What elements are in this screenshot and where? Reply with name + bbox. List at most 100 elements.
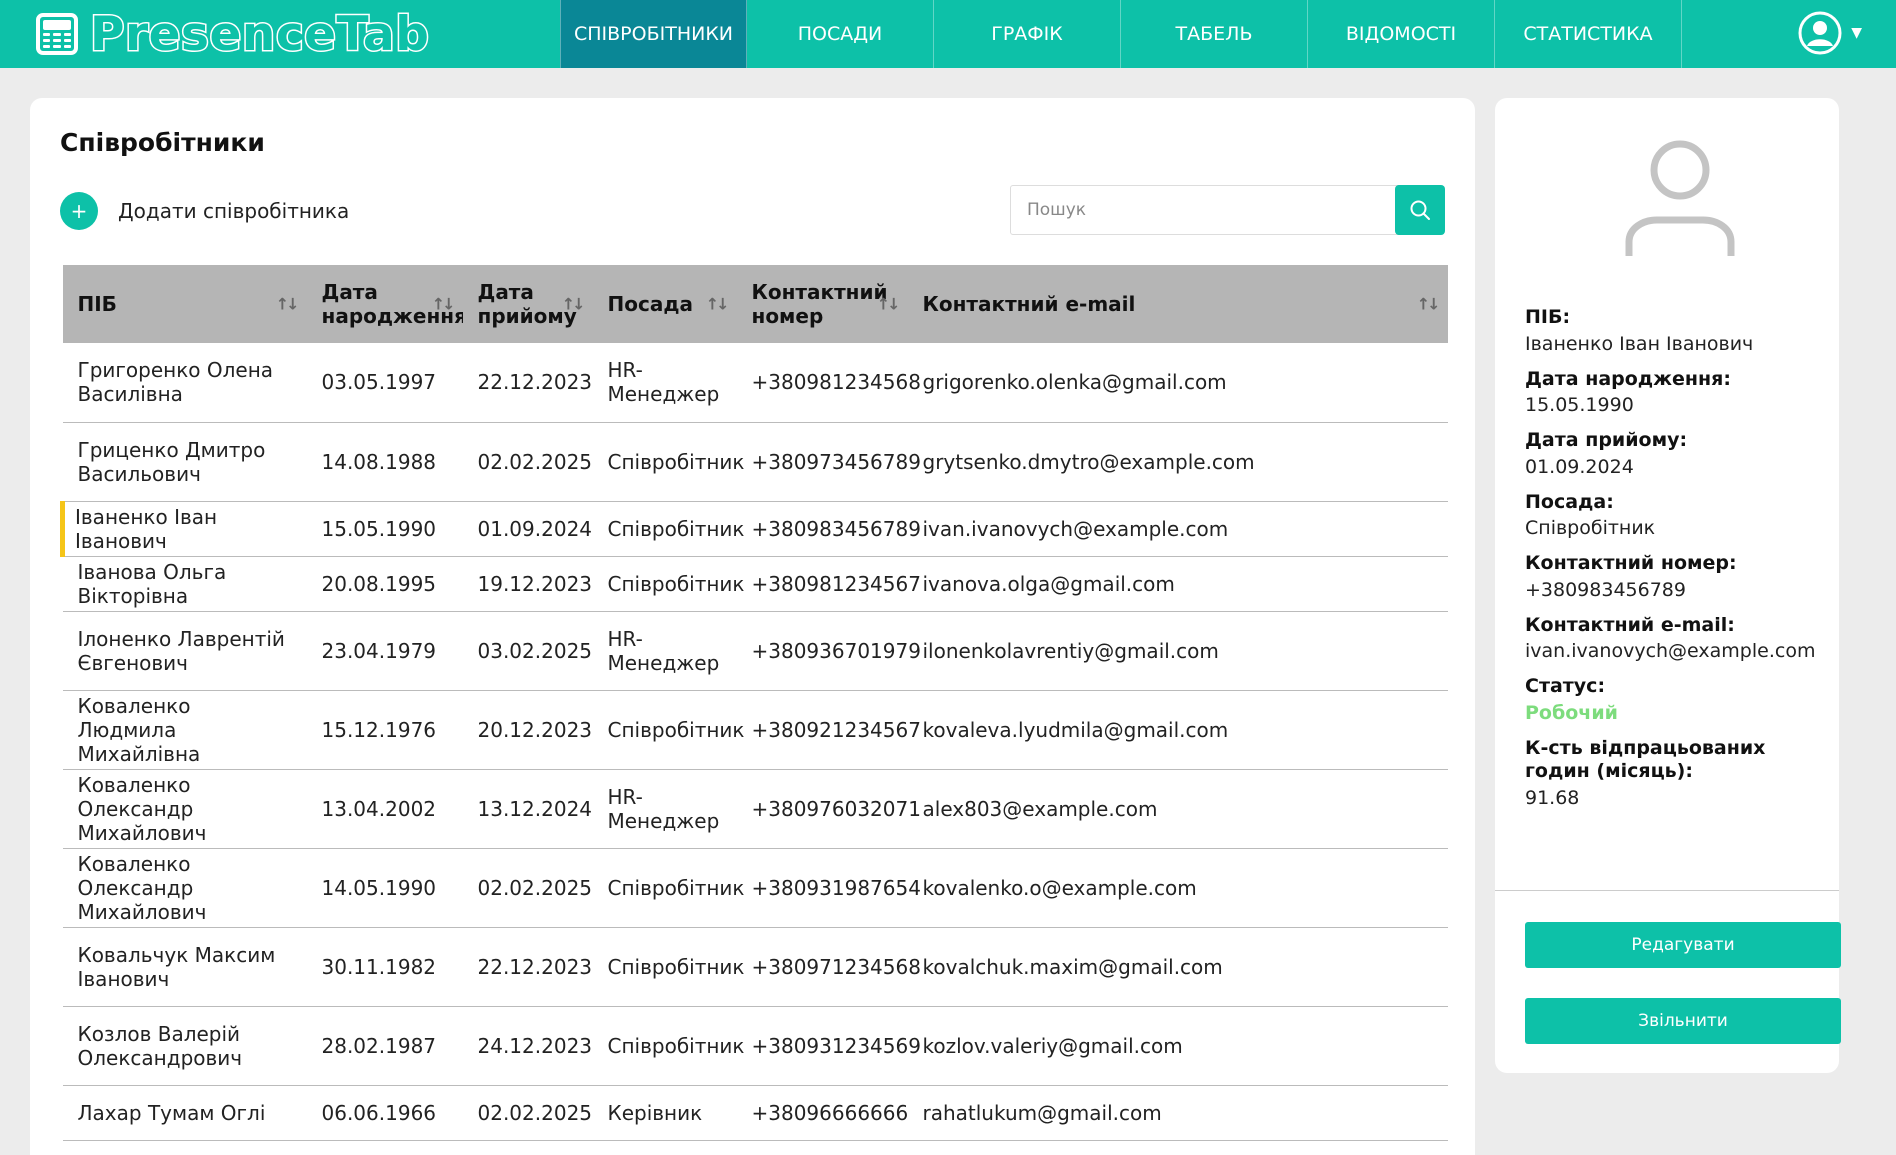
cell-phone: +380931987654 <box>736 848 921 928</box>
page-title: Співробітники <box>60 128 265 157</box>
sort-arrows-icon[interactable]: ↑↓ <box>432 294 456 313</box>
add-employee-label: Додати співробітника <box>118 199 350 223</box>
cell-hire-date: 22.12.2023 <box>462 343 593 423</box>
detail-value-position: Співробітник <box>1525 517 1656 540</box>
column-header-label: Контактний e-mail <box>922 292 1136 316</box>
detail-label-name: ПІБ: <box>1525 306 1571 328</box>
column-header[interactable]: Дата прийому ↑↓ <box>462 265 593 343</box>
cell-name: Іваненко Іван Іванович <box>60 501 307 557</box>
cell-birth-date: 14.08.1988 <box>306 422 463 502</box>
cell-position: HR-Менеджер <box>592 769 737 849</box>
table-row[interactable]: Коваленко Олександр Михайлович 13.04.200… <box>62 769 1448 849</box>
column-header-label: Посада <box>607 292 693 316</box>
sort-arrows-icon[interactable]: ↑↓ <box>562 294 586 313</box>
column-header[interactable]: Контактний e-mail ↑↓ <box>907 265 1448 343</box>
column-header[interactable]: Посада ↑↓ <box>592 265 737 343</box>
cell-email: kovalenko.o@example.com <box>907 848 1448 928</box>
nav-item-positions[interactable]: Посади <box>747 0 934 68</box>
table-row[interactable]: Ілоненко Лаврентій Євгенович 23.04.1979 … <box>62 611 1448 691</box>
top-bar: PresenceTab Співробітники Посади Графік … <box>0 0 1896 68</box>
column-header[interactable]: Дата народження ↑↓ <box>306 265 467 343</box>
table-row[interactable]: Іванова Ольга Вікторівна 20.08.1995 19.1… <box>62 556 1448 612</box>
cell-birth-date: 13.04.2002 <box>306 769 463 849</box>
cell-hire-date: 13.12.2024 <box>462 769 593 849</box>
cell-phone: +380983456789 <box>736 501 921 557</box>
cell-name: Лахар Тумам Оглі <box>62 1085 307 1141</box>
app-logo[interactable]: PresenceTab <box>36 6 430 62</box>
cell-birth-date: 30.11.1982 <box>306 927 463 1007</box>
detail-label-position: Посада: <box>1525 490 1614 513</box>
table-body: Григоренко Олена Василівна 03.05.1997 22… <box>60 343 1448 1141</box>
table-row[interactable]: Коваленко Олександр Михайлович 14.05.199… <box>62 848 1448 928</box>
cell-birth-date: 15.12.1976 <box>306 690 463 770</box>
table-header-row: ПІБ ↑↓ Дата народження ↑↓ Дата прийому ↑↓ П… <box>62 265 1448 343</box>
column-header[interactable]: Контактний номер ↑↓ <box>736 265 908 343</box>
table-row[interactable]: Ковальчук Максим Іванович 30.11.1982 22.… <box>62 927 1448 1007</box>
search-button[interactable] <box>1395 185 1445 235</box>
sort-arrows-icon[interactable]: ↑↓ <box>706 294 730 313</box>
cell-phone: +380936701979 <box>736 611 921 691</box>
employee-detail-card: ПІБ: Іваненко Іван Іванович Дата народже… <box>1495 98 1841 1073</box>
nav-item-employees[interactable]: Співробітники <box>560 0 747 68</box>
cell-birth-date: 15.05.1990 <box>306 501 463 557</box>
nav-item-reports[interactable]: Відомості <box>1308 0 1495 68</box>
detail-label-email: Контактний e-mail: <box>1525 613 1735 636</box>
cell-position: Керівник <box>592 1085 737 1141</box>
detail-label-birth-date: Дата народження: <box>1525 367 1731 390</box>
cell-birth-date: 28.02.1987 <box>306 1006 463 1086</box>
sort-arrows-icon[interactable]: ↑↓ <box>877 294 901 313</box>
cell-phone: +380981234568 <box>736 343 921 423</box>
detail-value-phone: +380983456789 <box>1525 578 1686 601</box>
cell-birth-date: 06.06.1966 <box>306 1085 463 1141</box>
cell-name: Ілоненко Лаврентій Євгенович <box>62 611 307 691</box>
cell-position: Співробітник <box>592 690 745 770</box>
cell-phone: +380971234568 <box>736 927 921 1007</box>
column-header[interactable]: ПІБ ↑↓ <box>62 265 307 343</box>
dismiss-button[interactable]: Звільнити <box>1525 998 1841 1044</box>
sort-arrows-icon[interactable]: ↑↓ <box>1417 294 1441 313</box>
table-row[interactable]: Коваленко Людмила Михайлівна 15.12.1976 … <box>62 690 1448 770</box>
nav-item-timesheet[interactable]: Табель <box>1121 0 1308 68</box>
nav-item-statistics[interactable]: Статистика <box>1495 0 1682 68</box>
cell-email: ivan.ivanovych@example.com <box>907 501 1448 557</box>
employees-card: Співробітники + Додати співробітника ПІБ… <box>30 98 1475 1155</box>
cell-position: Співробітник <box>592 422 745 502</box>
cell-name: Іванова Ольга Вікторівна <box>62 556 307 612</box>
cell-hire-date: 02.02.2025 <box>462 1085 593 1141</box>
nav-item-schedule[interactable]: Графік <box>934 0 1121 68</box>
user-menu[interactable]: ▼ <box>1797 10 1862 56</box>
cell-name: Коваленко Олександр Михайлович <box>62 769 307 849</box>
logo-text: PresenceTab <box>88 6 430 62</box>
edit-button[interactable]: Редагувати <box>1525 922 1841 968</box>
cell-birth-date: 23.04.1979 <box>306 611 463 691</box>
add-employee-button[interactable]: + Додати співробітника <box>60 192 349 230</box>
cell-birth-date: 14.05.1990 <box>306 848 463 928</box>
sort-arrows-icon[interactable]: ↑↓ <box>276 294 300 313</box>
cell-hire-date: 01.09.2024 <box>462 501 593 557</box>
cell-name: Коваленко Людмила Михайлівна <box>62 690 307 770</box>
detail-label-phone: Контактний номер: <box>1525 552 1737 574</box>
plus-icon: + <box>60 192 98 230</box>
detail-value-email: ivan.ivanovych@example.com <box>1525 640 1816 663</box>
table-row[interactable]: Гриценко Дмитро Васильович 14.08.1988 02… <box>62 422 1448 502</box>
column-header-label: Контактний номер <box>751 280 888 328</box>
table-row-selected[interactable]: Іваненко Іван Іванович 15.05.1990 01.09.… <box>60 501 1448 557</box>
cell-email: kozlov.valeriy@gmail.com <box>907 1006 1448 1086</box>
search-input[interactable] <box>1010 185 1414 235</box>
detail-label-hire-date: Дата прийому: <box>1525 429 1688 451</box>
detail-value-hours: 91.68 <box>1525 787 1580 809</box>
detail-label-status: Статус: <box>1525 675 1606 697</box>
cell-email: ilonenkolavrentiy@gmail.com <box>907 611 1448 691</box>
cell-email: alex803@example.com <box>907 769 1448 849</box>
cell-phone: +38096666666 <box>736 1085 908 1141</box>
cell-birth-date: 20.08.1995 <box>306 556 463 612</box>
cell-name: Коваленко Олександр Михайлович <box>62 848 307 928</box>
main-nav: Співробітники Посади Графік Табель Відом… <box>560 0 1682 68</box>
cell-position: Співробітник <box>592 1006 745 1086</box>
column-header-label: ПІБ <box>77 292 117 316</box>
calendar-grid-icon <box>36 13 78 55</box>
table-row[interactable]: Григоренко Олена Василівна 03.05.1997 22… <box>62 343 1448 423</box>
table-row[interactable]: Козлов Валерій Олександрович 28.02.1987 … <box>62 1006 1448 1086</box>
cell-birth-date: 03.05.1997 <box>306 343 463 423</box>
table-row[interactable]: Лахар Тумам Оглі 06.06.1966 02.02.2025 К… <box>62 1085 1448 1141</box>
